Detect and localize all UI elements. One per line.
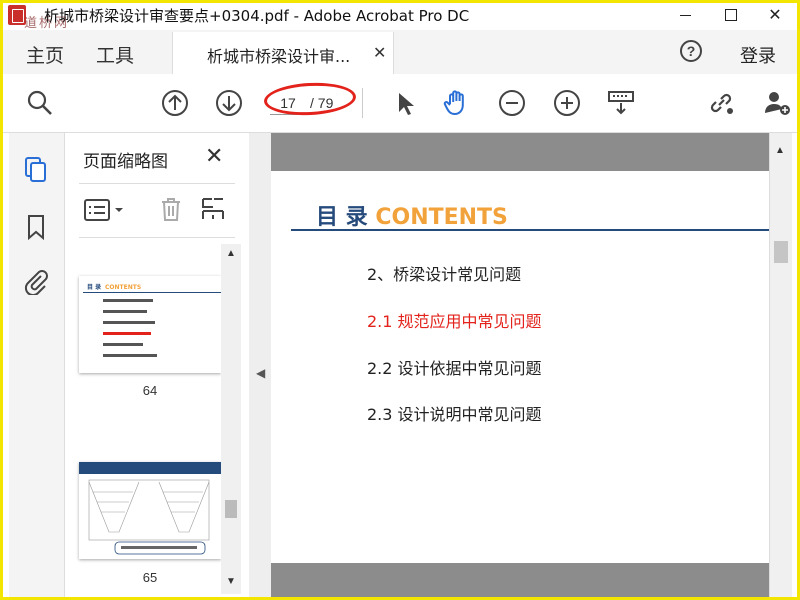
thumbnail-preview: 目 录 CONTENTS [83, 283, 221, 357]
panel-divider [79, 237, 235, 238]
toc-item[interactable]: 2.2 设计依据中常见问题 [367, 355, 542, 379]
scrollbar-thumb[interactable] [774, 241, 788, 263]
extract-page-icon[interactable] [199, 195, 227, 223]
menu-bar: 主页 工具 ? 登录 [0, 30, 800, 74]
page-navigator: / 79 [270, 92, 350, 116]
minimize-button[interactable] [662, 0, 708, 30]
next-page-icon[interactable] [214, 88, 244, 118]
previous-page-icon[interactable] [160, 88, 190, 118]
add-user-icon[interactable] [762, 88, 792, 118]
document-scrollbar[interactable]: ▲ [769, 133, 792, 600]
keyboard-scroll-icon[interactable] [606, 88, 636, 118]
document-tab-label: 析城市桥梁设计审... [207, 47, 351, 66]
menu-tools[interactable]: 工具 [96, 41, 134, 68]
toc-item[interactable]: 2.3 设计说明中常见问题 [367, 401, 542, 425]
zoom-in-icon[interactable] [552, 88, 582, 118]
close-icon: ✕ [768, 7, 782, 24]
toolbar-divider [362, 88, 363, 118]
svg-text:CONTENTS: CONTENTS [105, 284, 141, 291]
thumbnail-options-icon[interactable] [83, 197, 127, 223]
title-bar: 道桥网 析城市桥梁设计审查要点+0304.pdf - Adobe Acrobat… [0, 0, 800, 30]
left-rail [9, 133, 65, 600]
panel-title: 页面缩略图 [83, 152, 168, 172]
delete-page-icon[interactable] [157, 195, 185, 223]
page-total: / 79 [310, 95, 334, 111]
maximize-icon [725, 9, 737, 21]
maximize-button[interactable] [708, 0, 754, 30]
attachment-icon[interactable] [22, 267, 50, 295]
help-icon[interactable]: ? [680, 40, 702, 62]
thumbnail-page-number: 65 [142, 570, 158, 585]
collapse-panel-handle[interactable]: ◀ [249, 133, 271, 600]
toc-title-cn: 目 录 [316, 205, 368, 230]
document-tab[interactable]: 析城市桥梁设计审... ✕ [172, 32, 394, 74]
bookmark-icon[interactable] [22, 213, 50, 241]
scroll-up-icon[interactable]: ▲ [775, 145, 785, 156]
select-arrow-icon[interactable] [390, 88, 420, 118]
toc-item[interactable]: 2、桥梁设计常见问题 [367, 261, 521, 285]
close-window-button[interactable]: ✕ [752, 0, 798, 30]
window-title: 析城市桥梁设计审查要点+0304.pdf - Adobe Acrobat Pro… [44, 7, 470, 25]
thumbnail-list: 目 录 CONTENTS 64 65 [65, 246, 245, 600]
pdf-page: 目 录 CONTENTS 2、桥梁设计常见问题 2.1 规范应用中常见问题 2.… [271, 171, 769, 563]
thumbnail-preview [79, 462, 221, 555]
svg-text:目 录: 目 录 [87, 283, 101, 291]
toc-heading: 目 录 CONTENTS [316, 199, 508, 231]
close-panel-icon[interactable]: ✕ [205, 143, 223, 169]
toc-item-active[interactable]: 2.1 规范应用中常见问题 [367, 308, 542, 332]
thumbnail-scrollbar[interactable]: ▲ ▼ [221, 244, 241, 594]
hand-tool-icon[interactable] [442, 88, 472, 118]
page-number-input[interactable] [270, 92, 306, 115]
thumbnail-page-number: 64 [142, 383, 158, 398]
toc-title-en: CONTENTS [375, 205, 508, 230]
document-view: 目 录 CONTENTS 2、桥梁设计常见问题 2.1 规范应用中常见问题 2.… [271, 133, 769, 600]
zoom-out-icon[interactable] [497, 88, 527, 118]
thumbnail-page-65[interactable] [79, 462, 221, 559]
scroll-up-icon[interactable]: ▲ [226, 248, 236, 259]
minimize-icon [679, 14, 691, 16]
scrollbar-thumb[interactable] [225, 500, 237, 518]
menu-home[interactable]: 主页 [26, 41, 64, 68]
scroll-down-icon[interactable]: ▼ [226, 576, 236, 587]
login-button[interactable]: 登录 [740, 42, 776, 68]
close-tab-icon[interactable]: ✕ [373, 43, 386, 63]
toc-divider [291, 229, 769, 231]
share-link-icon[interactable] [706, 88, 736, 118]
collapse-arrow-icon: ◀ [256, 366, 266, 380]
zoom-search-icon[interactable] [25, 88, 55, 118]
panel-divider [79, 183, 235, 184]
thumbnails-panel: 页面缩略图 ✕ 目 录 CONTENTS 64 65 [65, 133, 245, 600]
thumbnail-page-64[interactable]: 目 录 CONTENTS [79, 276, 221, 373]
toolbar: / 79 [0, 74, 800, 133]
page-thumbnails-icon[interactable] [22, 155, 50, 183]
